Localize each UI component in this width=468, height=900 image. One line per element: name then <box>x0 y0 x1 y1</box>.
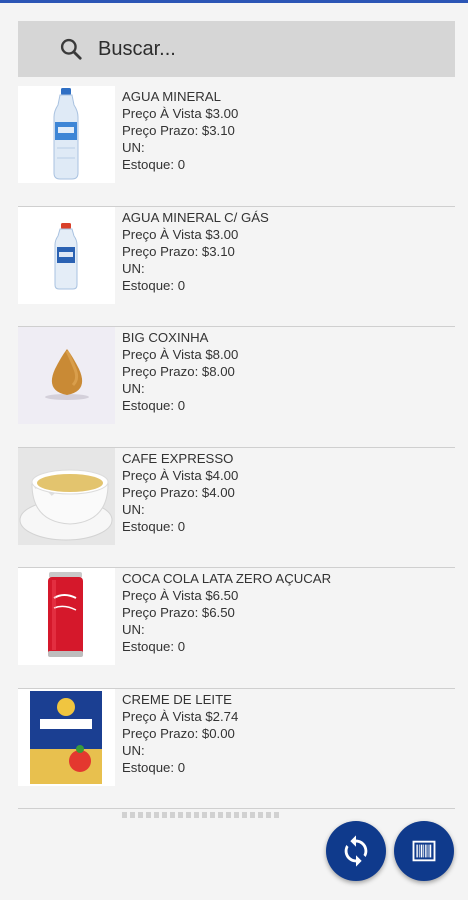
top-accent-line <box>0 0 468 3</box>
cream-box-image <box>18 688 115 786</box>
product-name: BIG COXINHA <box>122 330 209 345</box>
unit-label: UN: <box>122 501 145 517</box>
stock-label: Estoque: 0 <box>122 277 186 293</box>
sync-button[interactable] <box>326 821 386 881</box>
price-cash: Preço À Vista $3.00 <box>122 226 239 242</box>
product-name: CREME DE LEITE <box>122 691 232 707</box>
stock-label: Estoque: 0 <box>122 759 186 775</box>
price-term: Preço Prazo: $3.10 <box>122 123 235 139</box>
barcode-scan-button[interactable] <box>394 821 454 881</box>
product-name: CAFE EXPRESSO <box>122 450 234 466</box>
list-item[interactable]: COCA COLA LATA ZERO AÇUCAR Preço À Vista… <box>18 568 455 689</box>
barcode-icon <box>412 840 436 862</box>
unit-label: UN: <box>122 260 145 276</box>
list-item[interactable]: CREME DE LEITE Preço À Vista $2.74 Preço… <box>18 688 455 809</box>
list-item[interactable]: AGUA MINERAL C/ GÁS Preço À Vista $3.00 … <box>18 206 455 327</box>
list-item[interactable]: CAFE EXPRESSO Preço À Vista $4.00 Preço … <box>18 447 455 568</box>
stock-label: Estoque: 0 <box>122 639 186 655</box>
price-term: Preço Prazo: $6.50 <box>122 605 235 621</box>
list-item[interactable]: BIG COXINHA Preço À Vista $8.00 Preço Pr… <box>18 327 455 448</box>
product-name: AGUA MINERAL <box>122 89 221 104</box>
price-cash: Preço À Vista $3.00 <box>122 106 239 122</box>
sync-icon <box>344 835 368 867</box>
price-cash: Preço À Vista $8.00 <box>122 347 239 363</box>
price-cash: Preço À Vista $4.00 <box>122 467 239 483</box>
search-input[interactable] <box>98 37 428 61</box>
search-bar[interactable] <box>18 21 455 77</box>
search-icon <box>60 38 82 60</box>
next-item-peek <box>122 812 282 818</box>
price-cash: Preço À Vista $2.74 <box>122 708 239 724</box>
price-term: Preço Prazo: $8.00 <box>122 364 235 380</box>
coffee-cup-image <box>18 447 115 545</box>
stock-label: Estoque: 0 <box>122 157 186 173</box>
product-name: COCA COLA LATA ZERO AÇUCAR <box>122 571 332 586</box>
price-term: Preço Prazo: $0.00 <box>122 725 235 741</box>
product-name: AGUA MINERAL C/ GÁS <box>122 209 269 225</box>
coxinha-image <box>18 327 115 424</box>
water-bottle-image <box>18 86 115 183</box>
stock-label: Estoque: 0 <box>122 398 186 414</box>
price-term: Preço Prazo: $4.00 <box>122 484 235 500</box>
unit-label: UN: <box>122 622 145 638</box>
unit-label: UN: <box>122 140 145 156</box>
list-item[interactable]: AGUA MINERAL Preço À Vista $3.00 Preço P… <box>18 86 455 207</box>
stock-label: Estoque: 0 <box>122 518 186 534</box>
price-cash: Preço À Vista $6.50 <box>122 588 239 604</box>
price-term: Preço Prazo: $3.10 <box>122 243 235 259</box>
unit-label: UN: <box>122 381 145 397</box>
coke-can-image <box>18 568 115 665</box>
sparkling-water-bottle-image <box>18 206 115 304</box>
unit-label: UN: <box>122 742 145 758</box>
product-list[interactable]: AGUA MINERAL Preço À Vista $3.00 Preço P… <box>18 86 455 818</box>
